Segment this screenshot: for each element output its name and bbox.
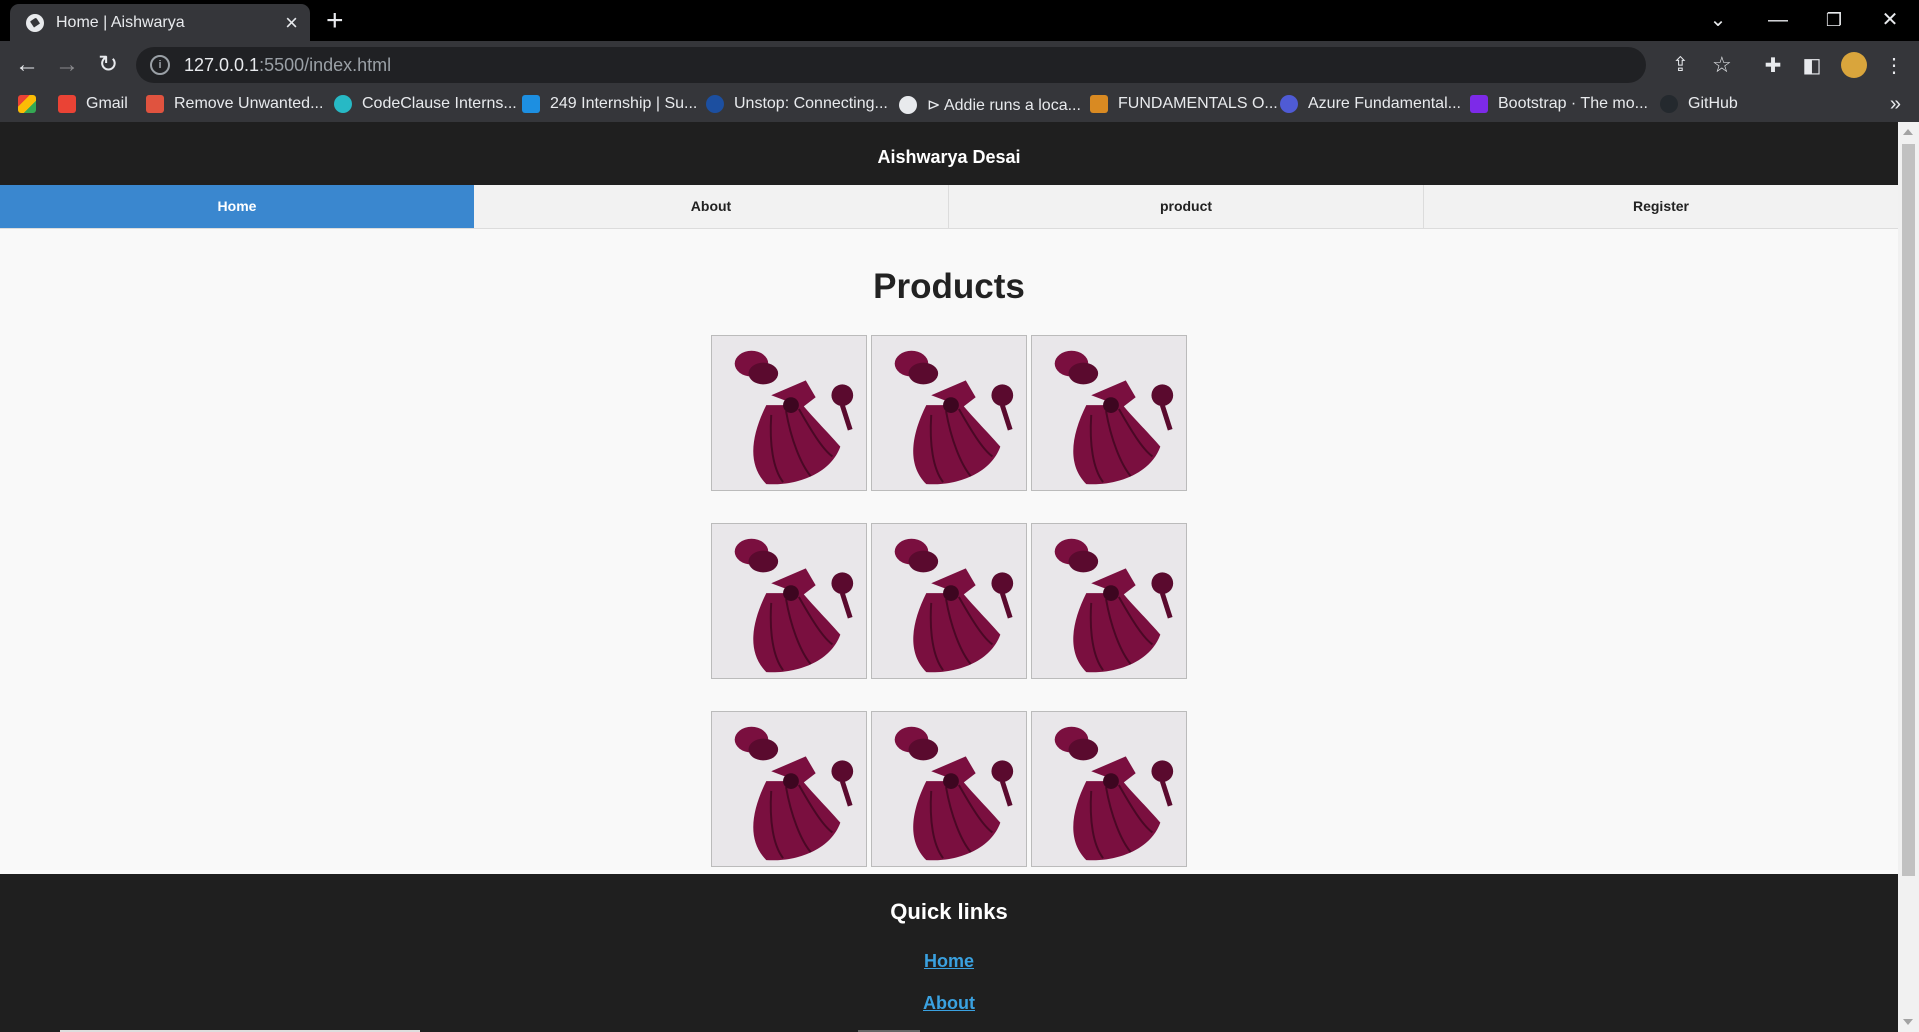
page-title: Products (873, 267, 1025, 306)
footer-link-home[interactable]: Home (0, 951, 1898, 975)
product-row (711, 711, 1191, 867)
close-window-icon[interactable]: ✕ (1870, 6, 1910, 34)
url-path: :5500/index.html (259, 54, 392, 75)
bookmark-label: Azure Fundamental... (1308, 95, 1461, 112)
bookmark-label: GitHub (1688, 95, 1738, 112)
browser-toolbar: ← → ↻ i 127.0.0.1:5500/index.html ⇪ ☆ ✚ … (0, 41, 1919, 89)
nav-home[interactable]: Home (0, 185, 474, 228)
nav-register[interactable]: Register (1424, 185, 1898, 228)
site-info-icon[interactable]: i (150, 55, 170, 75)
globe-icon (899, 96, 917, 114)
product-row (711, 335, 1191, 491)
bookmark-remove-unwanted[interactable]: Remove Unwanted... (146, 95, 323, 113)
bookmark-label: CodeClause Interns... (362, 95, 517, 112)
fundamentals-icon (1090, 95, 1108, 113)
new-tab-icon[interactable]: + (326, 6, 344, 36)
url-host: 127.0.0.1 (184, 54, 260, 75)
forward-icon[interactable]: → (52, 50, 82, 80)
product-image[interactable] (1031, 711, 1187, 867)
unstop-icon (706, 95, 724, 113)
site-nav: Home About product Register (0, 185, 1898, 229)
codeclause-icon (334, 95, 352, 113)
close-tab-icon[interactable]: × (285, 11, 298, 34)
product-image[interactable] (711, 711, 867, 867)
menu-kebab-icon[interactable]: ⋮ (1884, 56, 1904, 76)
scroll-thumb[interactable] (1902, 144, 1915, 876)
bookmark-label: ⊳ Addie runs a loca... (927, 97, 1081, 114)
apps-icon (18, 95, 36, 113)
scroll-down-arrow[interactable] (1903, 1019, 1913, 1025)
bootstrap-icon (1470, 95, 1488, 113)
profile-avatar[interactable] (1841, 52, 1867, 78)
bookmark-bootstrap[interactable]: Bootstrap · The mo... (1470, 95, 1648, 113)
reload-icon[interactable]: ↻ (93, 50, 123, 80)
bookmark-fundamentals[interactable]: FUNDAMENTALS O... (1090, 95, 1278, 113)
bookmark-label: 249 Internship | Su... (550, 95, 698, 112)
bookmarks-bar: Gmail Remove Unwanted... CodeClause Inte… (0, 89, 1919, 122)
product-image[interactable] (711, 335, 867, 491)
product-row (711, 523, 1191, 679)
site-footer: Quick links Home About (0, 874, 1898, 1032)
tab-search-icon[interactable]: ⌄ (1698, 6, 1738, 34)
restore-icon[interactable]: ❐ (1814, 6, 1854, 34)
browser-tab[interactable]: Home | Aishwarya × (10, 4, 310, 41)
footer-heading: Quick links (890, 899, 1008, 924)
minimize-icon[interactable]: — (1758, 6, 1798, 34)
is-icon (522, 95, 540, 113)
bookmark-label: FUNDAMENTALS O... (1118, 95, 1278, 112)
product-grid (711, 335, 1191, 899)
scroll-up-arrow[interactable] (1903, 129, 1913, 135)
bookmark-label: Bootstrap · The mo... (1498, 95, 1648, 112)
bookmark-codeclause[interactable]: CodeClause Interns... (334, 95, 517, 113)
nav-product[interactable]: product (949, 185, 1424, 228)
bookmark-label: Remove Unwanted... (174, 95, 324, 112)
footer-link-about[interactable]: About (0, 993, 1898, 1017)
product-image[interactable] (871, 523, 1027, 679)
product-image[interactable] (871, 711, 1027, 867)
back-icon[interactable]: ← (12, 50, 42, 80)
address-bar[interactable]: i 127.0.0.1:5500/index.html (136, 47, 1646, 83)
page-content: Aishwarya Desai Home About product Regis… (0, 122, 1898, 1032)
eraser-icon (146, 95, 164, 113)
product-image[interactable] (1031, 335, 1187, 491)
share-icon[interactable]: ⇪ (1672, 50, 1689, 80)
side-panel-icon[interactable]: ◧ (1802, 56, 1822, 76)
product-image[interactable] (871, 335, 1027, 491)
extensions-icon[interactable]: ✚ (1763, 56, 1783, 76)
vertical-scrollbar[interactable] (1898, 122, 1919, 1032)
more-bookmarks-icon[interactable]: » (1890, 93, 1901, 116)
bookmark-gmail[interactable]: Gmail (58, 95, 128, 113)
bookmark-star-icon[interactable]: ☆ (1712, 50, 1732, 80)
globe-icon (26, 13, 44, 32)
bookmark-apps[interactable] (18, 95, 46, 113)
bookmark-label: Unstop: Connecting... (734, 95, 888, 112)
bookmark-label: Gmail (86, 95, 128, 112)
product-image[interactable] (711, 523, 867, 679)
gmail-icon (58, 95, 76, 113)
tab-title: Home | Aishwarya (56, 13, 185, 31)
github-icon (1660, 95, 1678, 113)
site-brand: Aishwarya Desai (0, 122, 1898, 185)
bookmark-github[interactable]: GitHub (1660, 95, 1738, 113)
bookmark-internship[interactable]: 249 Internship | Su... (522, 95, 697, 113)
azure-icon (1280, 95, 1298, 113)
nav-about[interactable]: About (474, 185, 949, 228)
bookmark-azure[interactable]: Azure Fundamental... (1280, 95, 1461, 113)
bookmark-addie[interactable]: ⊳ Addie runs a loca... (899, 95, 1081, 115)
product-image[interactable] (1031, 523, 1187, 679)
browser-tabstrip: Home | Aishwarya × + ⌄ — ❐ ✕ (0, 0, 1919, 41)
bookmark-unstop[interactable]: Unstop: Connecting... (706, 95, 888, 113)
